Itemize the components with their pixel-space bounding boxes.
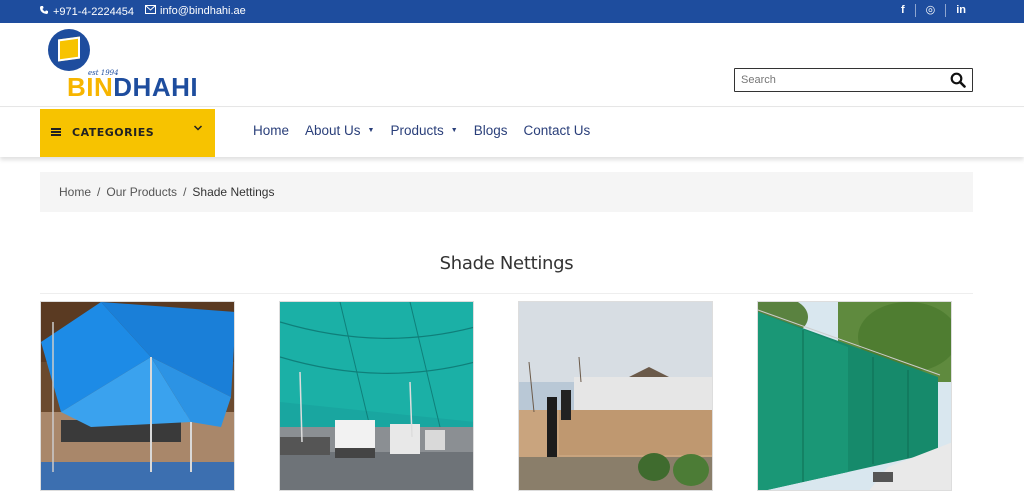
categories-menu-button[interactable]: CATEGORIES (40, 109, 215, 157)
caret-down-icon: ▼ (450, 127, 458, 134)
breadcrumb: Home / Our Products / Shade Nettings (40, 172, 973, 212)
page-title: Shade Nettings (439, 253, 574, 274)
top-bar: +971-4-2224454 info@bindhahi.ae f ◎ in (0, 0, 1024, 23)
logo-emblem (48, 29, 90, 71)
search-icon[interactable] (950, 72, 966, 88)
social-links: f ◎ in (891, 4, 976, 17)
nav-item-contact-us[interactable]: Contact Us (523, 123, 590, 138)
phone-icon (39, 5, 49, 18)
title-divider (40, 293, 973, 294)
hamburger-icon (51, 128, 61, 136)
site-logo[interactable]: est 1994 BINDHAHI (48, 29, 208, 101)
breadcrumb-our-products[interactable]: Our Products (106, 185, 177, 199)
product-card-blue-shade-sail[interactable] (40, 301, 235, 491)
nav-item-about-us[interactable]: About Us ▼ (305, 123, 374, 138)
nav-item-home[interactable]: Home (253, 123, 289, 138)
categories-label: CATEGORIES (72, 126, 155, 139)
nav-menu: Home About Us ▼ Products ▼ Blogs Contact U… (253, 123, 606, 138)
phone-contact[interactable]: +971-4-2224454 (39, 5, 134, 18)
search-input[interactable] (741, 72, 941, 88)
breadcrumb-separator: / (97, 185, 101, 199)
envelope-icon (145, 5, 156, 17)
product-grid (40, 301, 973, 501)
product-card-green-netting-fence[interactable] (757, 301, 952, 491)
product-card-beige-netting-fence[interactable] (518, 301, 713, 491)
logo-wordmark: BINDHAHI (67, 72, 199, 102)
email-address: info@bindhahi.ae (160, 5, 246, 17)
product-image (519, 302, 712, 490)
caret-down-icon: ▼ (367, 127, 375, 134)
nav-item-products[interactable]: Products ▼ (390, 123, 457, 138)
email-contact[interactable]: info@bindhahi.ae (145, 5, 246, 17)
site-header: est 1994 BINDHAHI (0, 23, 1024, 107)
nav-item-blogs[interactable]: Blogs (474, 123, 508, 138)
search-box (734, 68, 973, 92)
product-image (41, 302, 234, 490)
breadcrumb-home[interactable]: Home (59, 185, 91, 199)
breadcrumb-separator: / (183, 185, 187, 199)
product-image (280, 302, 473, 490)
linkedin-icon[interactable]: in (945, 4, 976, 17)
phone-number: +971-4-2224454 (53, 5, 135, 18)
breadcrumb-current: Shade Nettings (192, 185, 275, 199)
chevron-down-icon (193, 123, 203, 133)
product-card-green-shade-net[interactable] (279, 301, 474, 491)
instagram-icon[interactable]: ◎ (914, 4, 946, 17)
facebook-icon[interactable]: f (891, 4, 915, 17)
product-image (758, 302, 951, 490)
main-navbar: CATEGORIES Home About Us ▼ Products ▼ Blog… (0, 108, 1024, 157)
